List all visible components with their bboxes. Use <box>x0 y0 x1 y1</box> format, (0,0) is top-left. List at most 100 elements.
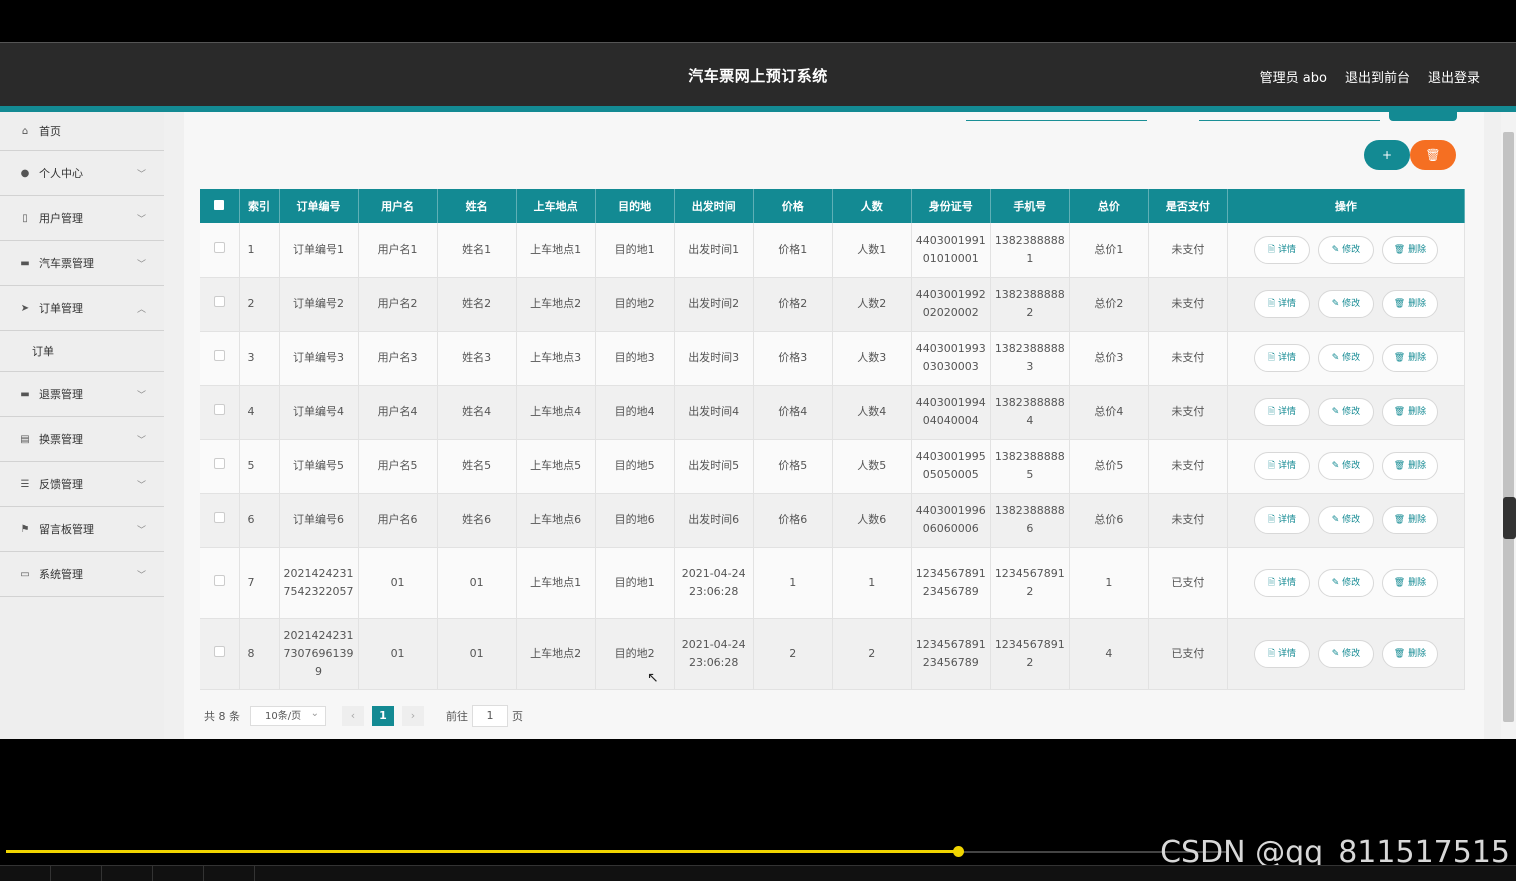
table-cell: 目的地5 <box>595 439 675 494</box>
goto-page-input[interactable]: 1 <box>472 705 508 727</box>
table-cell: 价格1 <box>753 223 833 278</box>
orders-table: 索引 订单编号 用户名 姓名 上车地点 目的地 出发时间 价格 人数 身份证号 手机号 总价 是否支付操… <box>200 189 1466 690</box>
detail-button[interactable]: 🗎 详情 <box>1253 235 1310 264</box>
row-checkbox[interactable] <box>200 493 240 548</box>
logout-link[interactable]: 退出登录 <box>1428 67 1480 86</box>
table-cell: 目的地4 <box>595 385 675 440</box>
delete-button[interactable]: 🗑 删除 <box>1381 639 1438 668</box>
sidebar-item-8[interactable]: ⚑ 留言板管理 ﹀ <box>0 507 164 552</box>
sidebar-item-label: 订单管理 <box>39 302 83 315</box>
table-cell: 用户名5 <box>358 439 438 494</box>
row-checkbox[interactable] <box>200 331 240 386</box>
chevron-down-icon: ﹀ <box>136 525 146 536</box>
sidebar-subitem-orders[interactable]: 订单 <box>0 331 164 372</box>
sidebar-item-7[interactable]: ☰ 反馈管理 ﹀ <box>0 462 164 507</box>
row-checkbox[interactable] <box>200 439 240 494</box>
top-header: 汽车票网上预订系统 管理员 abo 退出到前台 退出登录 <box>0 42 1516 107</box>
progress-handle[interactable] <box>952 846 964 857</box>
column-header: 手机号 <box>990 189 1070 223</box>
delete-button[interactable]: 🗑 删除 <box>1381 452 1438 480</box>
sidebar-item-4[interactable]: ➤ 订单管理 ︿ <box>0 286 164 331</box>
detail-button[interactable]: 🗎 详情 <box>1253 344 1310 372</box>
edit-button[interactable]: ✎ 修改 <box>1317 290 1374 318</box>
column-header: 索引 <box>239 189 280 223</box>
player-segment-bar <box>0 865 1516 881</box>
sidebar-item-0[interactable]: ⌂ 首页 <box>0 112 164 151</box>
table-cell: 出发时间4 <box>674 385 754 440</box>
table-cell: 440300199606060006 <box>911 493 991 548</box>
edit-button[interactable]: ✎ 修改 <box>1317 639 1374 668</box>
table-cell: 出发时间2 <box>674 277 754 332</box>
send-icon: ➤ <box>20 302 30 314</box>
sidebar: ⌂ 首页 ● 个人中心 ﹀ ▯ 用户管理 ﹀ ▬ 汽车票管理 ﹀ ➤ 订单管理 ︿ 订单 ▬ 退票管理 ﹀ ▤ 换票管… <box>0 112 164 739</box>
content-panel: + 🗑 索引 订单编号 用户名 姓名 上车地点 目的地 出发时间 价格 人数 身份证号 手机号 总价是… <box>184 112 1484 739</box>
prev-page-button[interactable]: ‹ <box>342 706 364 726</box>
edit-button[interactable]: ✎ 修改 <box>1317 568 1374 597</box>
sidebar-item-6[interactable]: ▤ 换票管理 ﹀ <box>0 417 164 462</box>
row-checkbox[interactable] <box>200 277 240 332</box>
add-button[interactable]: + <box>1364 140 1410 170</box>
table-cell: 1 <box>239 223 280 278</box>
page-number-current[interactable]: 1 <box>372 706 394 726</box>
table-cell: 8 <box>239 618 280 690</box>
table-cell: 2 <box>753 618 833 690</box>
page-size-select[interactable]: 10条/页 <box>250 704 326 726</box>
detail-button[interactable]: 🗎 详情 <box>1253 568 1310 597</box>
edit-button[interactable]: ✎ 修改 <box>1317 452 1374 480</box>
chevron-down-icon: ﹀ <box>136 214 146 225</box>
next-page-button[interactable]: › <box>402 706 424 726</box>
edit-button[interactable]: ✎ 修改 <box>1317 398 1374 426</box>
table-row: 1 订单编号1 用户名1 姓名1 上车地点1 目的地1 出发时间1 价格1 人数1 4403001… <box>200 223 1466 278</box>
delete-button[interactable]: 🗑 删除 <box>1381 235 1438 264</box>
table-row: 4 订单编号4 用户名4 姓名4 上车地点4 目的地4 出发时间4 价格4 人数4 4403001… <box>200 385 1466 440</box>
table-cell: 姓名4 <box>437 385 517 440</box>
row-checkbox[interactable] <box>200 385 240 440</box>
row-checkbox[interactable] <box>200 547 240 619</box>
delete-button[interactable]: 🗑 删除 <box>1381 506 1438 534</box>
table-cell: 2 <box>832 618 912 690</box>
edit-button[interactable]: ✎ 修改 <box>1317 344 1374 372</box>
sidebar-item-2[interactable]: ▯ 用户管理 ﹀ <box>0 196 164 241</box>
search-button[interactable] <box>1389 112 1457 121</box>
sidebar-item-label: 退票管理 <box>39 388 83 401</box>
delete-button[interactable]: 🗑 删除 <box>1381 398 1438 426</box>
table-cell: 出发时间1 <box>674 223 754 278</box>
table-cell: 13823888881 <box>990 223 1070 278</box>
delete-button[interactable]: 🗑 删除 <box>1381 344 1438 372</box>
sidebar-item-3[interactable]: ▬ 汽车票管理 ﹀ <box>0 241 164 286</box>
table-cell: 1 <box>832 547 912 619</box>
table-cell: 01 <box>358 618 438 690</box>
detail-button[interactable]: 🗎 详情 <box>1253 506 1310 534</box>
detail-button[interactable]: 🗎 详情 <box>1253 452 1310 480</box>
table-cell: 上车地点6 <box>516 493 596 548</box>
delete-button[interactable]: 🗑 删除 <box>1381 568 1438 597</box>
table-cell: 上车地点5 <box>516 439 596 494</box>
table-cell: 人数2 <box>832 277 912 332</box>
edit-button[interactable]: ✎ 修改 <box>1317 506 1374 534</box>
batch-delete-button[interactable]: 🗑 <box>1410 140 1456 170</box>
table-cell: 价格6 <box>753 493 833 548</box>
table-cell: 2021-04-24 23:06:28 <box>674 618 754 690</box>
table-cell: 123456789123456789 <box>911 547 991 619</box>
select-all-checkbox[interactable] <box>200 189 240 223</box>
checkbox-icon <box>214 199 225 210</box>
table-cell: 20214242317542322057 <box>279 547 359 619</box>
table-cell: 人数6 <box>832 493 912 548</box>
row-checkbox[interactable] <box>200 223 240 278</box>
column-header: 是否支付 <box>1148 189 1228 223</box>
delete-button[interactable]: 🗑 删除 <box>1381 290 1438 318</box>
edit-button[interactable]: ✎ 修改 <box>1317 235 1374 264</box>
sidebar-item-5[interactable]: ▬ 退票管理 ﹀ <box>0 372 164 417</box>
back-to-front-link[interactable]: 退出到前台 <box>1345 67 1410 86</box>
detail-button[interactable]: 🗎 详情 <box>1253 290 1310 318</box>
row-checkbox[interactable] <box>200 618 240 690</box>
search-field-2[interactable] <box>1199 120 1380 121</box>
detail-button[interactable]: 🗎 详情 <box>1253 639 1310 668</box>
sidebar-item-9[interactable]: ▭ 系统管理 ﹀ <box>0 552 164 597</box>
detail-button[interactable]: 🗎 详情 <box>1253 398 1310 426</box>
table-cell: 目的地2 <box>595 277 675 332</box>
scrollbar-thumb[interactable] <box>1503 132 1514 722</box>
sidebar-item-1[interactable]: ● 个人中心 ﹀ <box>0 151 164 196</box>
search-field-1[interactable] <box>966 120 1147 121</box>
side-grip-handle[interactable] <box>1503 497 1516 539</box>
